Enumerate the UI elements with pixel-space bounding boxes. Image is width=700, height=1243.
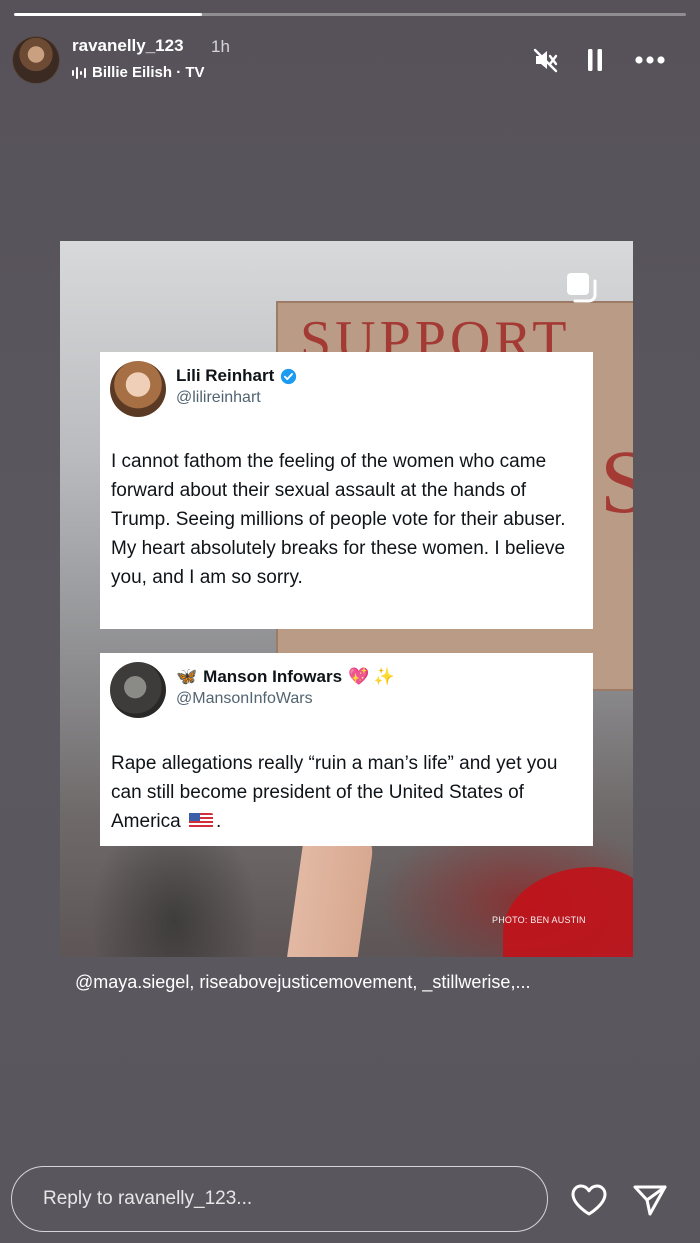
like-button[interactable]: [569, 1180, 609, 1220]
pause-button[interactable]: [579, 44, 611, 76]
share-button[interactable]: [630, 1180, 670, 1220]
reply-placeholder: Reply to ravanelly_123...: [43, 1188, 253, 1209]
tweet-author-handle: @lilireinhart: [176, 389, 261, 406]
butterfly-emoji: 🦋: [176, 667, 198, 686]
audio-bars-icon: [72, 66, 86, 80]
mute-button[interactable]: [530, 44, 562, 76]
story-progress-bar: [14, 13, 686, 16]
more-options-icon: [635, 56, 665, 64]
story-time: 1h: [211, 37, 230, 56]
story-progress-fill: [14, 13, 203, 16]
shared-post-image[interactable]: SUPPORT S Lili Reinhart @lilireinhart I …: [60, 241, 633, 957]
photo-credit: PHOTO: BEN AUSTIN: [492, 915, 586, 925]
more-options-button[interactable]: [634, 44, 666, 76]
send-icon: [633, 1185, 667, 1216]
carousel-icon: [567, 273, 597, 303]
tweet-card: 🦋 Manson Infowars 💖 ✨ @MansonInfoWars Ra…: [100, 653, 593, 846]
story-viewer: ravanelly_123 1h Billie Eilish · TV SUPP…: [0, 0, 700, 1243]
verified-badge-icon: [281, 368, 297, 384]
music-info[interactable]: Billie Eilish · TV: [72, 64, 205, 81]
tweet-author-avatar: [110, 662, 166, 718]
muted-speaker-icon: [533, 48, 558, 73]
reply-input[interactable]: Reply to ravanelly_123...: [11, 1166, 548, 1232]
tweet-author-name: 🦋 Manson Infowars 💖 ✨: [176, 667, 396, 686]
tweet-text: I cannot fathom the feeling of the women…: [111, 451, 566, 588]
us-flag-icon: [188, 813, 213, 828]
user-avatar[interactable]: [12, 36, 60, 84]
red-hat: [503, 867, 633, 957]
protest-sign-letter: S: [600, 433, 633, 532]
story-username[interactable]: ravanelly_123: [72, 36, 184, 56]
tweet-author-name: Lili Reinhart: [176, 366, 297, 386]
tweet-author-handle: @MansonInfoWars: [176, 690, 313, 707]
tweet-text: Rape allegations really “ruin a man’s li…: [111, 753, 558, 832]
heart-icon: [571, 1184, 607, 1216]
heart-sparkle-emoji: 💖 ✨: [348, 667, 396, 686]
tweet-author-avatar: [110, 361, 166, 417]
tweet-card: Lili Reinhart @lilireinhart I cannot fat…: [100, 352, 593, 629]
pause-icon: [588, 49, 602, 71]
story-mentions[interactable]: @maya.siegel, riseabovejusticemovement, …: [75, 972, 530, 993]
music-label: Billie Eilish · TV: [92, 64, 205, 81]
